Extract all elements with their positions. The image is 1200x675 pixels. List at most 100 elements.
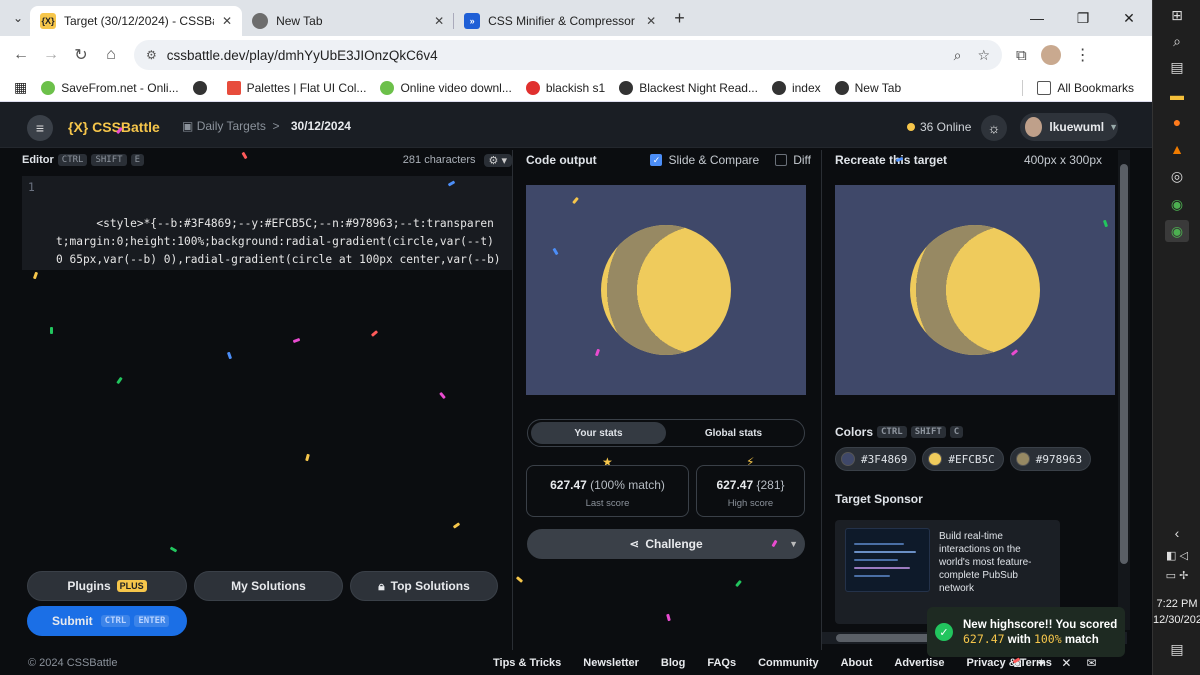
all-bookmarks[interactable]: All Bookmarks bbox=[1037, 80, 1134, 95]
app-icon[interactable]: ◎ bbox=[1165, 165, 1189, 187]
submit-button[interactable]: Submit CTRL ENTER bbox=[27, 606, 187, 636]
editor-settings-gear-icon[interactable]: ⚙ ▾ bbox=[483, 153, 512, 167]
logo[interactable]: {X} CSSBattle bbox=[68, 119, 160, 135]
tab-title: CSS Minifier & Compressor | To bbox=[488, 14, 638, 28]
volume-icon[interactable]: ◧ ◁ bbox=[1165, 544, 1189, 566]
tab-search-button[interactable]: ⌄ bbox=[6, 6, 30, 30]
chrome-active-icon[interactable]: ◉ bbox=[1165, 220, 1189, 242]
breadcrumb-daily-targets[interactable]: Daily Targets bbox=[197, 119, 266, 133]
forward-icon[interactable]: → bbox=[36, 46, 66, 64]
footer-link[interactable]: Advertise bbox=[894, 657, 944, 669]
firefox-icon[interactable]: ● bbox=[1165, 111, 1189, 133]
file-explorer-icon[interactable]: ▬ bbox=[1165, 84, 1189, 106]
lock-icon: 🔒︎ bbox=[378, 578, 385, 593]
clock-date: 12/30/2024 bbox=[1153, 614, 1200, 626]
bookmark-video[interactable]: Online video downl... bbox=[380, 80, 512, 95]
windows-start-icon[interactable]: ⊞ bbox=[1165, 4, 1189, 26]
bookmark-blackest[interactable]: Blackest Night Read... bbox=[619, 80, 758, 95]
color-swatch[interactable]: #EFCB5C bbox=[922, 447, 1004, 471]
menu-dots-icon[interactable]: ⋮ bbox=[1075, 45, 1091, 65]
footer-link[interactable]: Community bbox=[758, 657, 819, 669]
back-icon[interactable]: ← bbox=[6, 46, 36, 64]
taskbar-clock[interactable]: 7:22 PM 12/30/2024 bbox=[1153, 596, 1200, 628]
site-info-icon[interactable]: ⚙ bbox=[146, 48, 157, 62]
x-icon[interactable]: ✕ bbox=[1061, 656, 1071, 670]
tab-your-stats[interactable]: Your stats bbox=[531, 422, 666, 444]
restore-icon[interactable]: ❐ bbox=[1060, 10, 1106, 27]
color-swatch[interactable]: #978963 bbox=[1009, 447, 1092, 471]
chrome-icon[interactable]: ◉ bbox=[1165, 193, 1189, 215]
editor-header: Editor CTRL SHIFT E 281 characters ⚙ ▾ bbox=[22, 150, 512, 170]
panel-divider[interactable] bbox=[821, 150, 822, 650]
cssbattle-app: ≡ {X} CSSBattle ▣ Daily Targets > 30/12/… bbox=[0, 102, 1152, 675]
extensions-icon[interactable]: ⧉ bbox=[1016, 47, 1027, 64]
mail-icon[interactable]: ✉ bbox=[1086, 656, 1096, 670]
bookmark-globe[interactable] bbox=[192, 80, 213, 95]
bookmark-separator bbox=[1008, 79, 1024, 96]
footer-link[interactable]: Newsletter bbox=[583, 657, 639, 669]
chevron-left-icon[interactable]: ‹ bbox=[1165, 522, 1189, 544]
url-text: cssbattle.dev/play/dmhYyUbE3JIOnzQkC6v4 bbox=[166, 47, 438, 63]
color-swatch[interactable]: #3F4869 bbox=[835, 447, 917, 471]
close-tab-icon[interactable]: ✕ bbox=[434, 14, 444, 28]
search-icon[interactable]: ⌕ bbox=[1165, 30, 1189, 52]
zoom-icon[interactable]: ⌕ bbox=[954, 47, 962, 64]
bookmark-savefrom[interactable]: SaveFrom.net - Onli... bbox=[41, 80, 179, 95]
footer-link[interactable]: Blog bbox=[661, 657, 685, 669]
app-header: ≡ {X} CSSBattle ▣ Daily Targets > 30/12/… bbox=[0, 102, 1152, 148]
kbd-ctrl: CTRL bbox=[57, 154, 88, 166]
home-icon[interactable]: ⌂ bbox=[96, 46, 126, 64]
window-controls: — ❐ ✕ bbox=[1014, 10, 1152, 27]
line-number: 1 bbox=[28, 181, 35, 194]
target-image[interactable] bbox=[835, 185, 1115, 395]
challenge-button[interactable]: ⋖ Challenge ▼ bbox=[527, 529, 805, 559]
vlc-icon[interactable]: ▲ bbox=[1165, 138, 1189, 160]
bookmark-star-icon[interactable]: ☆ bbox=[977, 47, 990, 64]
avatar bbox=[1025, 117, 1043, 137]
close-tab-icon[interactable]: ✕ bbox=[646, 14, 656, 28]
tab-css-minifier[interactable]: » CSS Minifier & Compressor | To ✕ bbox=[454, 6, 666, 36]
notifications-icon[interactable]: ▤ bbox=[1165, 638, 1189, 660]
task-view-icon[interactable]: ▤ bbox=[1165, 56, 1189, 78]
bookmark-index[interactable]: index bbox=[771, 80, 821, 95]
colors-title: Colors bbox=[835, 425, 874, 439]
code-editor[interactable]: 1 <style>*{--b:#3F4869;--y:#EFCB5C;--n:#… bbox=[22, 176, 512, 270]
reload-icon[interactable]: ↻ bbox=[66, 45, 96, 65]
url-bar[interactable]: ⚙ cssbattle.dev/play/dmhYyUbE3JIOnzQkC6v… bbox=[134, 40, 1002, 70]
bookmark-palettes[interactable]: Palettes | Flat UI Col... bbox=[226, 80, 366, 95]
profile-avatar[interactable] bbox=[1040, 45, 1061, 65]
network-icon[interactable]: ▭ ✢ bbox=[1165, 564, 1189, 586]
kbd-e: E bbox=[130, 154, 144, 166]
new-tab-icon[interactable]: + bbox=[674, 8, 685, 29]
tab-global-stats[interactable]: Global stats bbox=[666, 422, 801, 444]
high-score-card: 627.47 {281} High score bbox=[696, 465, 805, 517]
menu-icon[interactable]: ≡ bbox=[27, 115, 53, 141]
chevron-down-icon[interactable]: ▼ bbox=[789, 539, 798, 549]
theme-sun-icon[interactable]: ☼ bbox=[981, 115, 1007, 141]
user-menu[interactable]: lkuewuml ▼ bbox=[1020, 113, 1118, 141]
apps-icon[interactable]: ▦ bbox=[14, 79, 27, 96]
panel-divider[interactable] bbox=[512, 150, 513, 650]
footer-link[interactable]: Tips & Tricks bbox=[493, 657, 561, 669]
plugins-button[interactable]: Plugins PLUS bbox=[27, 571, 187, 601]
my-solutions-button[interactable]: My Solutions bbox=[194, 571, 343, 601]
top-solutions-button[interactable]: 🔒︎ Top Solutions bbox=[350, 571, 498, 601]
close-tab-icon[interactable]: ✕ bbox=[222, 14, 232, 28]
diff-toggle[interactable]: Diff bbox=[775, 153, 811, 167]
bookmark-blackish[interactable]: blackish s1 bbox=[525, 80, 605, 95]
footer-link[interactable]: About bbox=[841, 657, 873, 669]
footer-link[interactable]: FAQs bbox=[707, 657, 736, 669]
slide-compare-toggle[interactable]: ✓ Slide & Compare bbox=[650, 153, 759, 167]
close-window-icon[interactable]: ✕ bbox=[1106, 10, 1152, 27]
tool-icon: » bbox=[464, 13, 481, 29]
bookmark-newtab[interactable]: New Tab bbox=[834, 80, 901, 95]
tab-cssbattle[interactable]: {X} Target (30/12/2024) - CSSBattle ✕ bbox=[30, 6, 243, 36]
minimize-icon[interactable]: — bbox=[1014, 10, 1060, 27]
color-swatches: #3F4869 #EFCB5C #978963 bbox=[835, 447, 1097, 471]
vertical-scrollbar[interactable] bbox=[1118, 150, 1130, 630]
browser-tab-bar: ⌄ {X} Target (30/12/2024) - CSSBattle ✕ … bbox=[0, 0, 1152, 36]
code-output-canvas[interactable] bbox=[526, 185, 806, 395]
bluesky-icon[interactable]: ✦ bbox=[1036, 656, 1046, 670]
sponsor-code-image bbox=[845, 528, 930, 592]
tab-new-tab[interactable]: New Tab ✕ bbox=[242, 6, 455, 36]
